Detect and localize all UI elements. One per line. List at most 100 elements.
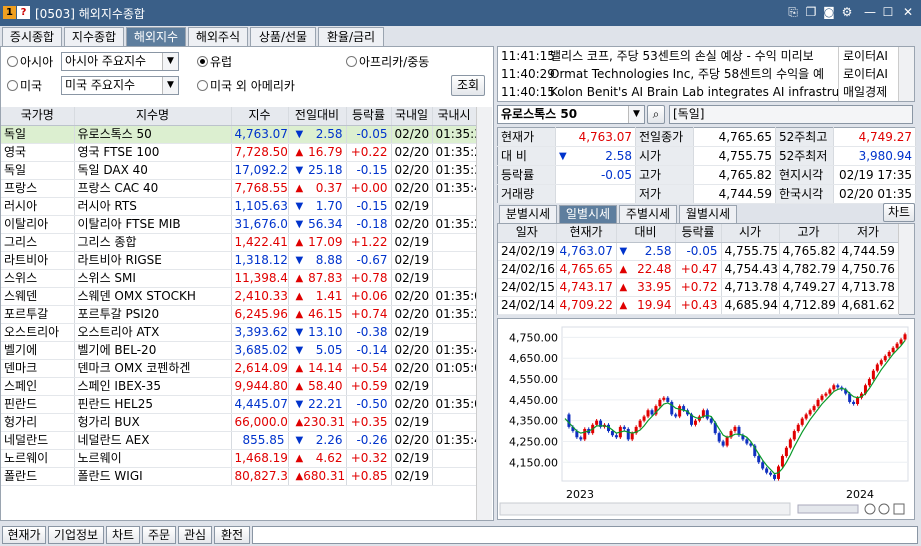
table-row[interactable]: 영국 영국 FTSE 100 7,728.50 ▲ 16.79 +0.22 02/20 01:… [1, 143, 477, 162]
daily-row[interactable]: 24/02/15 4,743.17 ▲ 33.95 +0.72 4,713.78 4,749… [498, 278, 899, 297]
change-cell: ▼ 56.34 [288, 215, 347, 234]
col-daily-current[interactable]: 현재가 [556, 224, 617, 243]
table-row[interactable]: 폴란드폴란드 WIGI80,827.31▲680.31+0.8502/19 [1, 467, 477, 486]
tab-foreign-stock[interactable]: 해외주식 [188, 27, 248, 47]
current-price-button[interactable]: 현재가 [2, 526, 46, 544]
table-row[interactable]: 스웨덴 스웨덴 OMX STOCKH 2,410.33 ▲ 1.41 +0.06 02/20… [1, 287, 477, 306]
company-info-button[interactable]: 기업정보 [48, 526, 104, 544]
y-tick-label: 4,250.00 [509, 435, 558, 448]
daily-current: 4,765.65 [556, 260, 617, 279]
table-row[interactable]: 헝가리헝가리 BUX66,000.06▲230.31+0.3502/19 [1, 413, 477, 432]
tab-index-overview[interactable]: 지수종합 [64, 27, 124, 47]
chart-button[interactable]: 차트 [883, 203, 915, 222]
asia-select[interactable]: 아시아 주요지수 ▼ [61, 52, 179, 71]
col-daily-date[interactable]: 일자 [498, 224, 557, 243]
daily-low: 4,744.59 [838, 242, 899, 261]
radio-americas[interactable]: 미국 외 아메리카 [197, 79, 295, 93]
exchange-button[interactable]: 환전 [214, 526, 250, 544]
chevron-down-icon[interactable]: ▼ [162, 53, 178, 70]
table-row[interactable]: 독일독일 DAX 4017,092.26 ▼ 25.18-0.1502/2001:3… [1, 161, 477, 180]
daily-date: 24/02/15 [498, 278, 557, 297]
col-daily-diff[interactable]: 대비 [616, 224, 676, 243]
radio-africa[interactable]: 아프리카/중동 [346, 55, 429, 69]
daily-scrollbar[interactable] [898, 224, 914, 314]
subtab-daily[interactable]: 일별시세 [559, 205, 617, 223]
gear-icon[interactable]: ⚙ [839, 4, 855, 20]
news-scrollbar[interactable] [898, 47, 914, 101]
search-icon[interactable]: ⌕ [647, 105, 665, 124]
quote-diff: 2.58 [605, 148, 632, 163]
table-row[interactable]: 스위스스위스 SMI11,398.44 ▲ 87.83+0.7802/19 [1, 269, 477, 288]
candle-body [658, 399, 662, 407]
table-row[interactable]: 러시아 러시아 RTS 1,105.63 ▼ 1.70 -0.15 02/19 [1, 197, 477, 216]
news-item[interactable]: 11:40:15Kolon Benit's AI Brain Lab integ… [498, 83, 898, 101]
col-daily-open[interactable]: 시가 [721, 224, 780, 243]
query-button[interactable]: 조회 [451, 75, 485, 96]
subtab-monthly[interactable]: 월별시세 [679, 205, 737, 223]
col-date[interactable]: 국내일 [391, 107, 433, 126]
col-time[interactable]: 국내시 [432, 107, 477, 126]
table-row[interactable]: 그리스 그리스 종합 1,422.41 ▲ 17.09 +1.22 02/19 [1, 233, 477, 252]
col-daily-low[interactable]: 저가 [838, 224, 899, 243]
subtab-minute[interactable]: 분별시세 [499, 205, 557, 223]
index-search-input[interactable]: 유로스톡스 50 ▼ [497, 105, 645, 124]
candle-body [895, 343, 899, 348]
table-row[interactable]: 벨기에 벨기에 BEL-20 3,685.02 ▼ 5.05 -0.14 02/20 01:3… [1, 341, 477, 360]
daily-row[interactable]: 24/02/14 4,709.22 ▲ 19.94 +0.43 4,685.94 4,712… [498, 296, 899, 315]
watchlist-button[interactable]: 관심 [178, 526, 212, 544]
link-icon[interactable]: ⎘ [785, 4, 801, 20]
help-icon[interactable]: ? [17, 6, 30, 19]
radio-asia[interactable]: 아시아 [7, 55, 53, 69]
daily-row[interactable]: 24/02/19 4,763.07 ▼ 2.58 -0.05 4,755.75 4,765.… [498, 242, 899, 261]
table-row[interactable]: 노르웨이 노르웨이 1,468.19 ▲ 4.62 +0.32 02/19 [1, 449, 477, 468]
col-value[interactable]: 지수 [231, 107, 289, 126]
tab-fx-rates[interactable]: 환율/금리 [318, 27, 384, 47]
chart-scrollbar[interactable] [499, 502, 791, 516]
radio-usa[interactable]: 미국 [7, 79, 42, 93]
zoom-out-icon[interactable] [878, 503, 890, 515]
chart-nav-button[interactable]: 차트 [106, 526, 140, 544]
table-row[interactable]: 오스트리아 오스트리아 ATX 3,393.62 ▼ 13.10 -0.38 02/19 [1, 323, 477, 342]
col-daily-rate[interactable]: 등락률 [675, 224, 722, 243]
table-scrollbar[interactable] [476, 107, 492, 520]
camera-icon[interactable]: ◙ [821, 4, 837, 20]
chevron-down-icon[interactable]: ▼ [162, 77, 178, 94]
subtab-weekly[interactable]: 주별시세 [619, 205, 677, 223]
table-row[interactable]: 덴마크 덴마크 OMX 코펜하겐 2,614.09 ▲ 14.14 +0.54 02/20 0… [1, 359, 477, 378]
change-cell: ▲ 58.40 [288, 377, 347, 396]
tab-commodity-futures[interactable]: 상품/선물 [250, 27, 316, 47]
window-number-icon[interactable]: 1 [3, 6, 16, 19]
minimize-icon[interactable]: — [862, 4, 878, 20]
table-row[interactable]: 프랑스 프랑스 CAC 40 7,768.55 ▲ 0.37 +0.00 02/20 01:3… [1, 179, 477, 198]
daily-row[interactable]: 24/02/16 4,765.65 ▲ 22.48 +0.47 4,754.43 4,782… [498, 260, 899, 279]
col-rate[interactable]: 등락률 [346, 107, 392, 126]
table-row[interactable]: 이탈리아이탈리아 FTSE MIB31,676.05 ▼ 56.34-0.1802/… [1, 215, 477, 234]
table-row[interactable]: 포르투갈 포르투갈 PSI20 6,245.96 ▲ 46.15 +0.74 02/20 01… [1, 305, 477, 324]
table-row[interactable]: 독일유로스톡스 504,763.07 ▼ 2.58-0.0502/2001:35:3… [1, 125, 477, 144]
usa-select[interactable]: 미국 주요지수 ▼ [61, 76, 179, 95]
table-row[interactable]: 네덜란드네덜란드 AEX855.85 ▼ 2.26-0.2602/2001:35:4… [1, 431, 477, 450]
col-change[interactable]: 전일대비 [288, 107, 347, 126]
daily-diff: 19.94 [637, 297, 672, 312]
tab-foreign-index[interactable]: 해외지수 [126, 27, 186, 47]
radio-europe[interactable]: 유럽 [197, 55, 232, 69]
copy-icon[interactable]: ❐ [803, 4, 819, 20]
tab-market-overview[interactable]: 증시종합 [2, 27, 62, 47]
col-country[interactable]: 국가명 [1, 107, 75, 126]
chart-settings-icon[interactable] [893, 503, 905, 515]
zoom-in-icon[interactable] [864, 503, 876, 515]
order-button[interactable]: 주문 [142, 526, 176, 544]
chevron-down-icon[interactable]: ▼ [628, 106, 644, 123]
close-icon[interactable]: ✕ [900, 4, 916, 20]
table-row[interactable]: 스페인 스페인 IBEX-35 9,944.80 ▲ 58.40 +0.59 02/19 [1, 377, 477, 396]
news-item[interactable]: 11:40:29Ormat Technologies Inc, 주당 58센트의… [498, 65, 898, 83]
zoom-slider[interactable] [797, 504, 859, 514]
col-index-name[interactable]: 지수명 [74, 107, 232, 126]
table-row[interactable]: 핀란드 핀란드 HEL25 4,445.07 ▼ 22.21 -0.50 02/20 01:3… [1, 395, 477, 414]
maximize-icon[interactable]: ☐ [880, 4, 896, 20]
daily-current: 4,763.07 [556, 242, 617, 261]
daily-high: 4,749.27 [779, 278, 839, 297]
table-row[interactable]: 라트비아 라트비아 RIGSE 1,318.12 ▼ 8.88 -0.67 02/19 [1, 251, 477, 270]
news-item[interactable]: 11:41:15밸리스 코프, 주당 53센트의 손실 예상 - 수익 미리보 로… [498, 47, 898, 65]
col-daily-high[interactable]: 고가 [779, 224, 839, 243]
